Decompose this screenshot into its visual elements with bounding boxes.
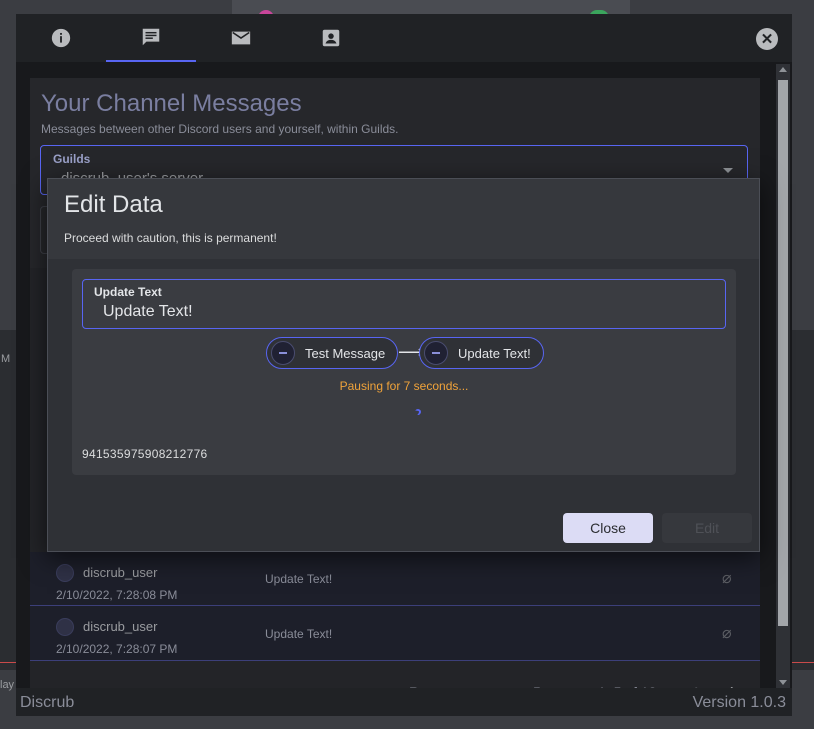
- footer: Discrub Version 1.0.3: [16, 688, 792, 716]
- update-text-field[interactable]: Update Text Update Text!: [82, 279, 726, 329]
- tab-profile[interactable]: [286, 14, 376, 62]
- background-panel-left: [0, 330, 16, 670]
- message-content: Update Text!: [265, 627, 333, 641]
- background-divider: [792, 662, 814, 663]
- avatar: [56, 618, 74, 636]
- timestamp: 2/10/2022, 7:28:07 PM: [56, 642, 178, 656]
- username: discrub_user: [83, 565, 158, 580]
- update-text-label: Update Text: [94, 285, 162, 299]
- background-text-fragment: M: [1, 353, 11, 365]
- message-id: 941535975908212776: [82, 447, 208, 461]
- close-icon[interactable]: ✕: [756, 28, 778, 50]
- tab-info[interactable]: [16, 14, 106, 62]
- username: discrub_user: [83, 619, 158, 634]
- mail-icon: [231, 31, 251, 45]
- contact-card-icon: [322, 29, 340, 47]
- attachment-icon[interactable]: ⌀: [722, 568, 732, 588]
- original-message-text: Test Message: [305, 345, 386, 361]
- background-text-fragment: lay: [0, 679, 15, 691]
- dialog-content: Update Text Update Text! Test Message ⟶ …: [72, 269, 736, 475]
- updated-message-text: Update Text!: [458, 345, 531, 361]
- original-message-chip: Test Message: [266, 337, 399, 369]
- info-icon: [51, 28, 71, 48]
- scrollbar[interactable]: [776, 64, 790, 688]
- table-row[interactable]: discrub_user 2/10/2022, 7:28:07 PM Updat…: [30, 606, 760, 661]
- status-text: Pausing for 7 seconds...: [339, 379, 469, 393]
- loading-spinner: [414, 408, 422, 416]
- chat-icon: [142, 28, 160, 46]
- avatar: [56, 564, 74, 582]
- page-title: Your Channel Messages: [41, 90, 302, 117]
- update-text-input[interactable]: Update Text!: [103, 303, 193, 321]
- avatar: [271, 341, 295, 365]
- message-content: Update Text!: [265, 572, 333, 586]
- app-name: Discrub: [20, 694, 75, 711]
- dialog-warning: Proceed with caution, this is permanent!: [64, 231, 277, 245]
- avatar: [424, 341, 448, 365]
- tab-channel-messages[interactable]: [106, 14, 196, 62]
- background-panel-right: [792, 330, 814, 670]
- scroll-down-arrow[interactable]: [779, 680, 787, 685]
- scrollbar-thumb[interactable]: [778, 80, 788, 626]
- app-version: Version 1.0.3: [692, 694, 786, 711]
- edit-button[interactable]: Edit: [662, 513, 752, 543]
- attachment-icon[interactable]: ⌀: [722, 623, 732, 643]
- tab-direct-messages[interactable]: [196, 14, 286, 62]
- table-row[interactable]: discrub_user 2/10/2022, 7:28:08 PM Updat…: [30, 552, 760, 606]
- chevron-down-icon: [723, 168, 733, 173]
- timestamp: 2/10/2022, 7:28:08 PM: [56, 588, 178, 602]
- tab-bar: ✕: [16, 14, 792, 62]
- scroll-up-arrow[interactable]: [779, 67, 787, 72]
- dialog-header: Edit Data Proceed with caution, this is …: [48, 179, 759, 259]
- page-subtitle: Messages between other Discord users and…: [41, 122, 399, 136]
- dialog-title: Edit Data: [64, 191, 163, 218]
- close-button[interactable]: Close: [563, 513, 653, 543]
- guild-select-label: Guilds: [53, 152, 91, 166]
- edit-data-dialog: Edit Data Proceed with caution, this is …: [47, 178, 760, 552]
- updated-message-chip: Update Text!: [419, 337, 544, 369]
- background-divider: [0, 662, 16, 663]
- background-header: [232, 0, 630, 14]
